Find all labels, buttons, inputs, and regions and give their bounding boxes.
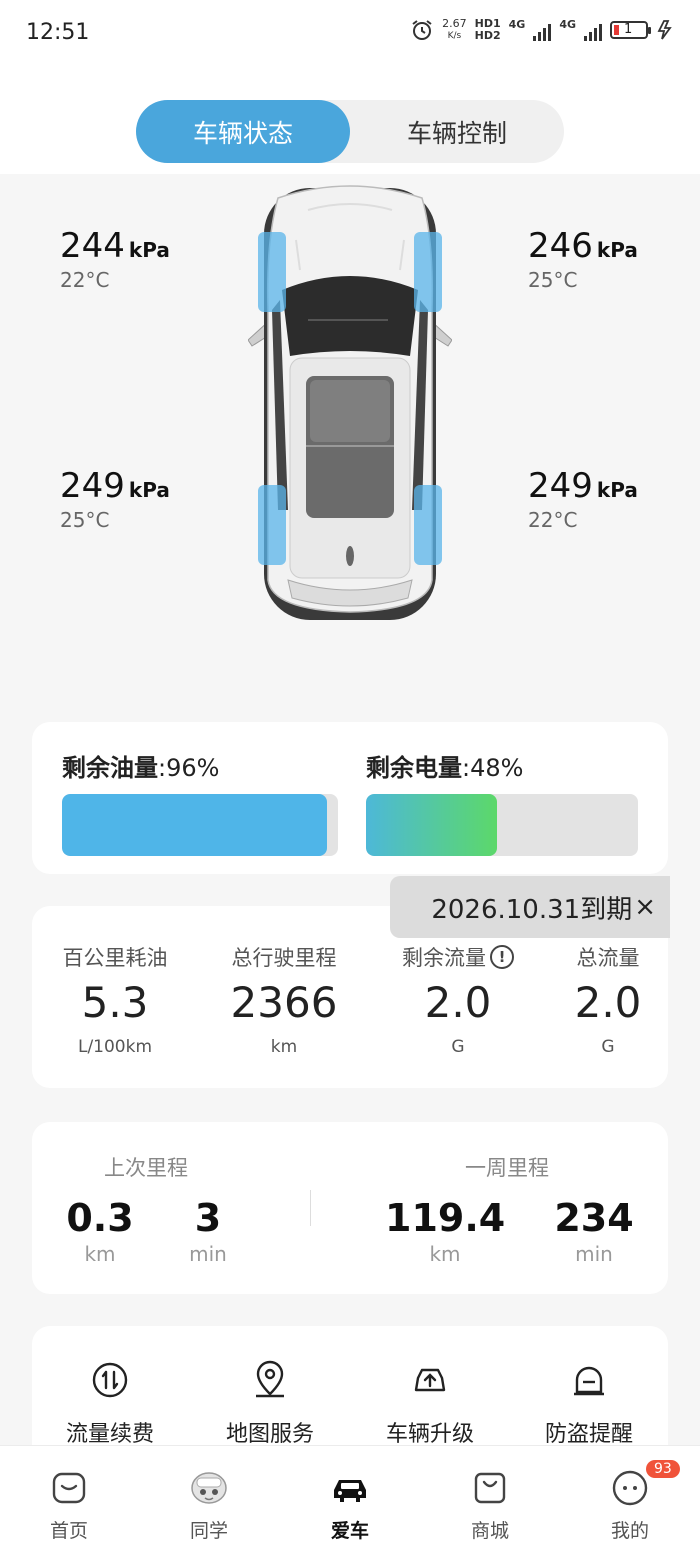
tire-front-right: 246 kPa 25°C: [528, 226, 638, 292]
service-label: 防盗提醒: [544, 1422, 633, 1447]
status-icons: 2.67 K/s HD1 HD2 4G 4G 1: [410, 18, 676, 42]
mascot-icon: [191, 1472, 227, 1504]
nav-label: 爱车: [330, 1520, 369, 1542]
tab-vehicle-status[interactable]: 车辆状态: [136, 100, 350, 163]
service-anti-theft[interactable]: 防盗提醒: [514, 1360, 664, 1448]
tire-unit: kPa: [128, 238, 170, 262]
stat-value: 5.3: [81, 978, 149, 1027]
home-icon: [52, 1472, 86, 1504]
stat-total-mileage: 总行驶里程 2366 km: [209, 942, 359, 1057]
network-type-1: 4G: [508, 18, 526, 31]
tire-temp: 22°C: [60, 268, 110, 292]
stat-unit: km: [270, 1037, 298, 1057]
status-bar: 12:51 2.67 K/s HD1 HD2 4G 4G 1: [0, 0, 700, 66]
last-trip-distance: 0.3: [66, 1196, 134, 1240]
nav-classmates[interactable]: 同学: [149, 1446, 269, 1555]
tab-vehicle-control[interactable]: 车辆控制: [350, 100, 564, 163]
stat-label: 剩余流量: [402, 946, 486, 970]
battery-label: 剩余电量:48%: [366, 754, 524, 782]
net-speed: 2.67 K/s: [442, 17, 467, 42]
nav-label: 商城: [470, 1520, 509, 1542]
nav-shop[interactable]: 商城: [430, 1446, 550, 1555]
nav-my-car[interactable]: 爱车: [290, 1446, 410, 1555]
last-trip-duration-unit: min: [189, 1242, 227, 1266]
tire-pressure: 249: [60, 466, 125, 506]
tire-temp: 25°C: [528, 268, 578, 292]
notification-badge: 93: [646, 1460, 680, 1478]
tire-unit: kPa: [128, 478, 170, 502]
car-icon: [334, 1480, 366, 1502]
last-trip-distance-unit: km: [84, 1242, 116, 1266]
tire-rear-left: 249 kPa 25°C: [60, 466, 170, 532]
info-icon[interactable]: !: [490, 945, 514, 969]
service-label: 流量续费: [65, 1422, 154, 1447]
service-label: 地图服务: [225, 1422, 314, 1447]
nav-home[interactable]: 首页: [9, 1446, 129, 1555]
stat-unit: G: [601, 1037, 615, 1057]
network-type-2: 4G: [559, 18, 576, 31]
stat-label: 总流量: [576, 946, 640, 970]
stat-value: 2.0: [424, 978, 492, 1027]
tire-unit: kPa: [596, 238, 638, 262]
service-map[interactable]: 地图服务: [195, 1360, 345, 1448]
week-trip-label: 一周里程: [465, 1156, 549, 1180]
tire-pressure: 249: [528, 466, 593, 506]
nav-label: 首页: [49, 1520, 88, 1542]
tab-switcher: 车辆状态 车辆控制: [136, 100, 564, 163]
service-vehicle-upgrade[interactable]: 车辆升级: [355, 1360, 505, 1448]
fuel-bar-fill: [62, 794, 327, 856]
alarm-icon: [574, 1366, 604, 1396]
tire-temp: 22°C: [528, 508, 578, 532]
signal-icon-2: [584, 19, 602, 41]
data-transfer-icon: [92, 1362, 128, 1398]
service-data-renewal[interactable]: 流量续费: [35, 1360, 185, 1448]
expire-text: 2026.10.31到期: [431, 894, 633, 925]
stat-remaining-data: 剩余流量! 2.0 G: [383, 942, 533, 1057]
week-trip-distance: 119.4: [385, 1196, 506, 1240]
week-trip-duration-unit: min: [575, 1242, 613, 1266]
stat-total-data: 总流量 2.0 G: [533, 942, 683, 1057]
nav-me[interactable]: 我的 93: [570, 1446, 690, 1555]
fuel-label: 剩余油量:96%: [62, 754, 220, 782]
tire-pressure: 246: [528, 226, 593, 266]
tire-unit: kPa: [596, 478, 638, 502]
battery-bar: [366, 794, 638, 856]
tire-pressure: 244: [60, 226, 125, 266]
service-label: 车辆升级: [385, 1422, 474, 1447]
car-top-view-image: [248, 185, 452, 620]
stat-unit: L/100km: [77, 1037, 153, 1057]
chat-face-icon: [612, 1470, 648, 1506]
hd-indicator: HD1 HD2: [474, 17, 501, 42]
battery-bar-fill: [366, 794, 497, 856]
stat-label: 百公里耗油: [62, 946, 168, 970]
trip-divider: [310, 1190, 311, 1226]
expire-banner[interactable]: 2026.10.31到期 ×: [390, 876, 670, 938]
fuel-bar: [62, 794, 338, 856]
shop-bag-icon: [474, 1472, 506, 1504]
tire-temp: 25°C: [60, 508, 110, 532]
stat-value: 2366: [230, 978, 338, 1027]
status-time: 12:51: [26, 20, 90, 45]
map-pin-icon: [256, 1360, 284, 1398]
alarm-clock-icon: [412, 20, 432, 40]
stat-unit: G: [451, 1037, 465, 1057]
bottom-nav: 首页 同学 爱车 商城 我的 93: [0, 1445, 700, 1555]
battery-icon: 1: [610, 21, 651, 39]
stat-value: 2.0: [574, 978, 642, 1027]
last-trip-duration: 3: [194, 1196, 222, 1240]
close-icon[interactable]: ×: [634, 892, 656, 922]
last-trip-label: 上次里程: [104, 1156, 188, 1180]
week-trip-duration: 234: [554, 1196, 634, 1240]
signal-icon: [533, 19, 552, 41]
stat-fuel-consumption: 百公里耗油 5.3 L/100km: [40, 942, 190, 1057]
charging-icon: [657, 20, 672, 40]
week-trip-distance-unit: km: [429, 1242, 461, 1266]
nav-label: 同学: [189, 1520, 228, 1542]
tire-front-left: 244 kPa 22°C: [60, 226, 170, 292]
nav-label: 我的: [610, 1520, 649, 1542]
car-upgrade-icon: [414, 1368, 446, 1392]
stat-label: 总行驶里程: [231, 946, 337, 970]
tire-rear-right: 249 kPa 22°C: [528, 466, 638, 532]
